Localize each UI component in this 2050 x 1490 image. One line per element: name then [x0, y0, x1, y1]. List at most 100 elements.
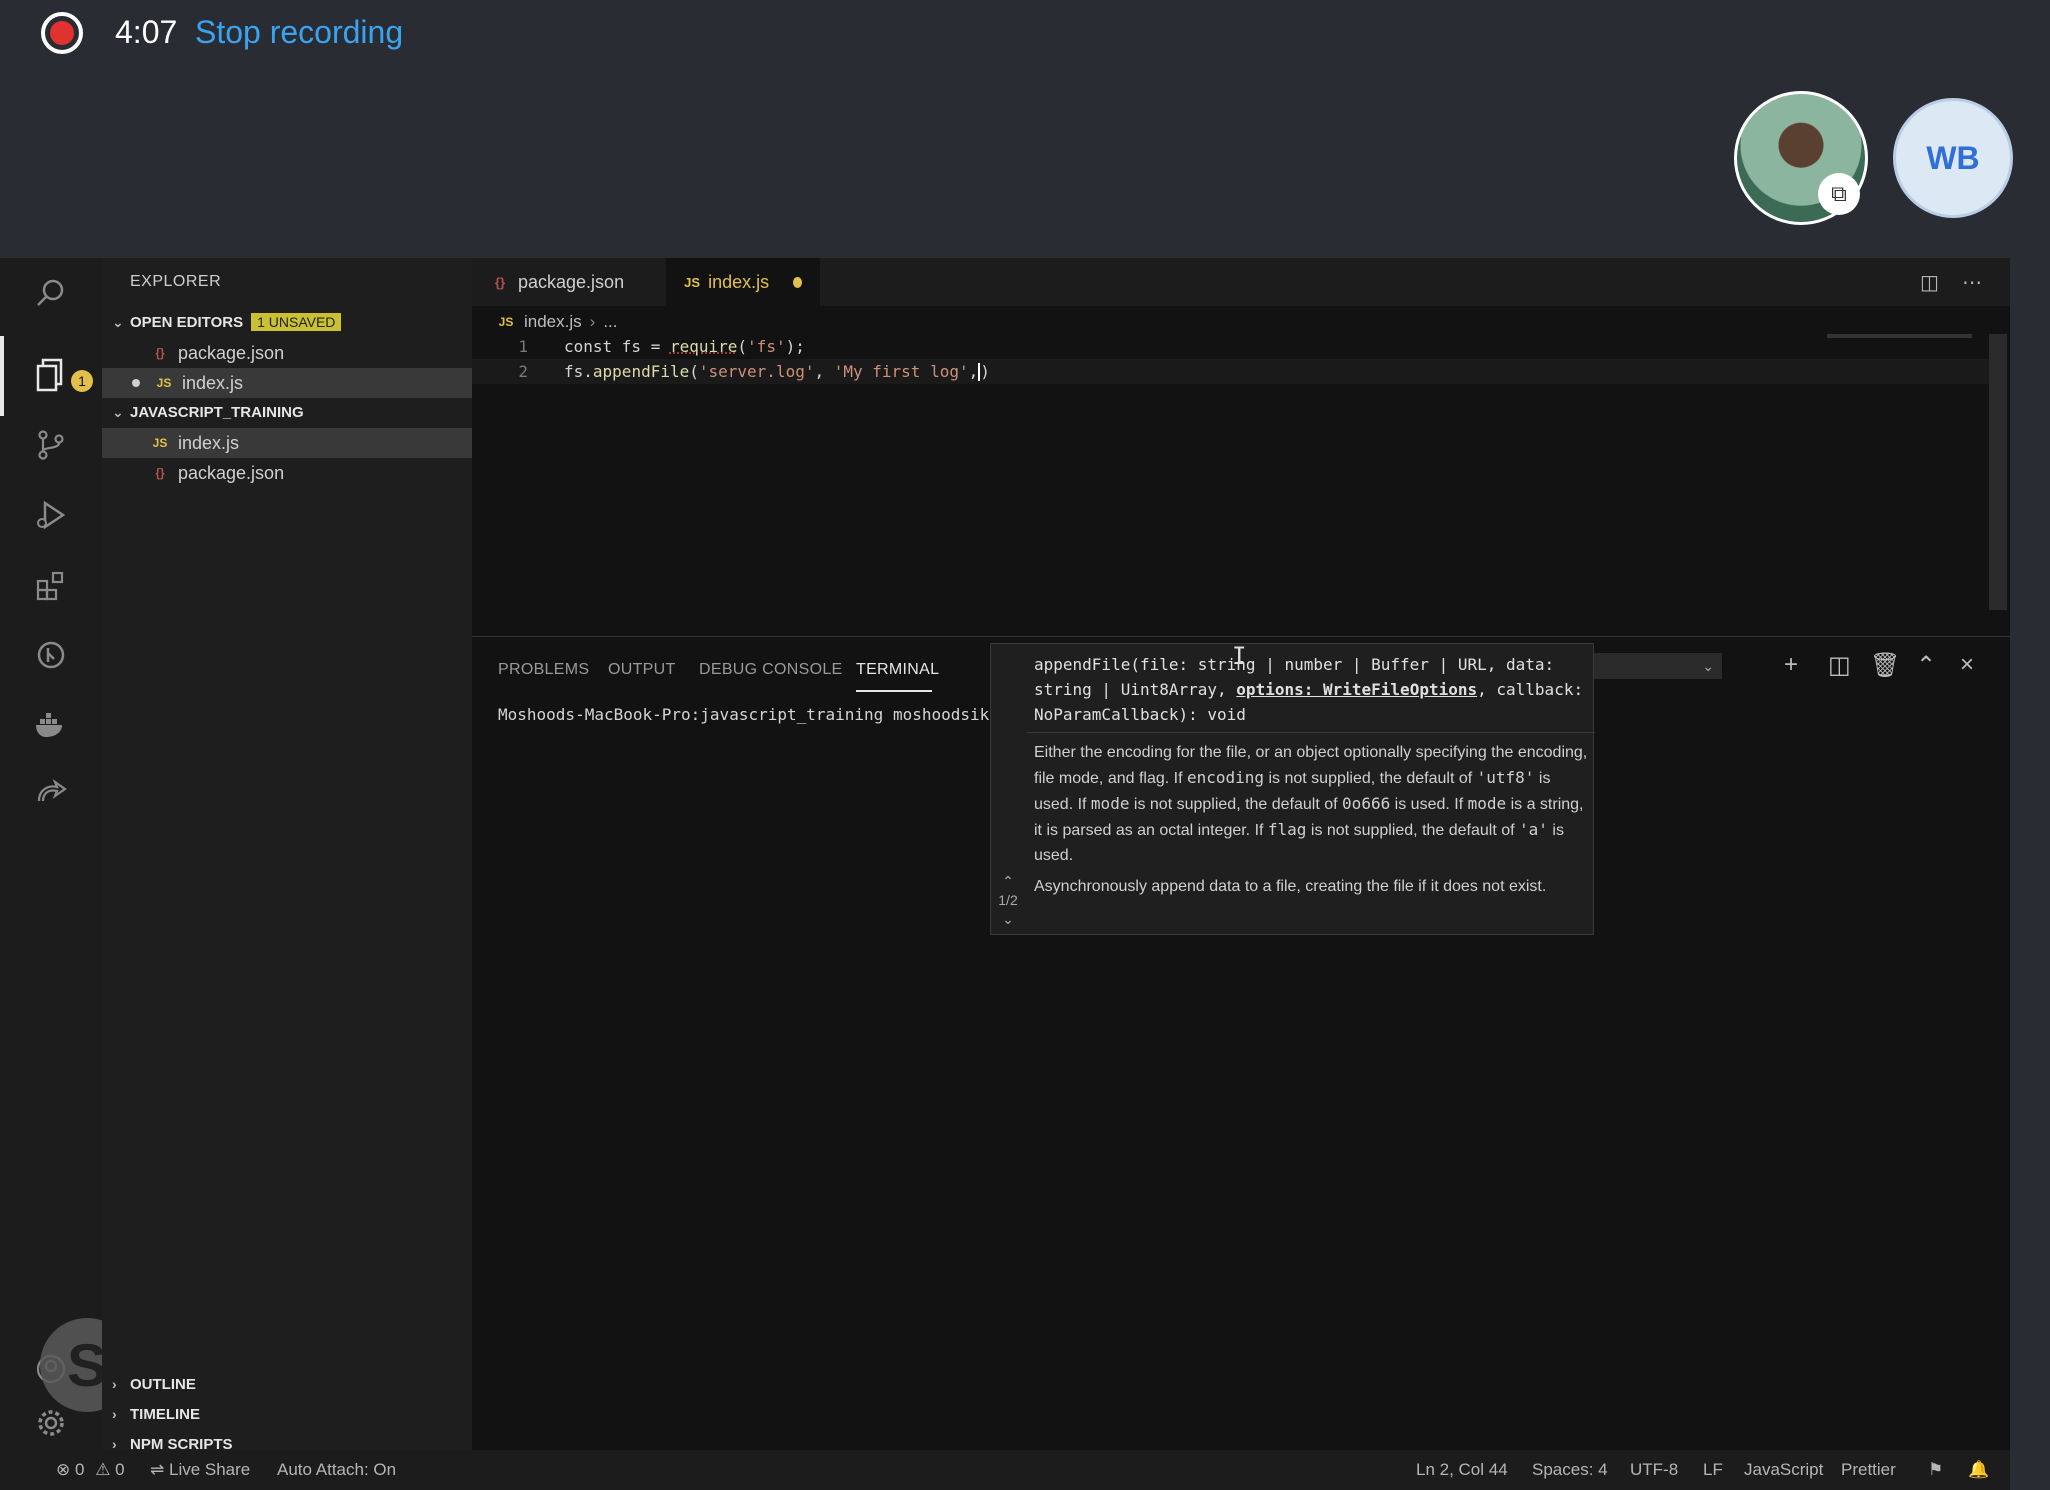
line-number: 1	[518, 337, 528, 356]
code-line: 2 fs.appendFile('server.log', 'My first …	[472, 359, 1992, 384]
js-file-icon: JS	[498, 315, 514, 329]
json-file-icon: {}	[155, 346, 165, 360]
chevron-right-icon: ›	[589, 312, 596, 331]
more-actions-icon[interactable]: ⋯	[1962, 270, 1982, 295]
workspace-folder-header[interactable]: ⌄ JAVASCRIPT_TRAINING	[112, 399, 472, 425]
tab-output[interactable]: OUTPUT	[608, 661, 676, 679]
function-summary: Asynchronously append data to a file, cr…	[1034, 878, 1547, 895]
js-file-icon: JS	[684, 274, 700, 290]
live-share-label: Live Share	[168, 1460, 251, 1479]
parameter-hint-popup: appendFile(file: string | number | Buffe…	[990, 643, 1595, 935]
chevron-down-icon: ⌄	[112, 313, 124, 330]
workspace-file-package-json[interactable]: {} package.json	[102, 458, 472, 488]
explorer-badge: 1	[71, 370, 93, 392]
maximize-panel-icon[interactable]: ⌃	[1916, 651, 1936, 680]
parameter-doc: Either the encoding for the file, or an …	[1034, 744, 1588, 864]
gitlens-icon[interactable]	[30, 634, 72, 676]
status-bar: ⊗ 0 ⚠ 0 ⇌ Live Share Auto Attach: On Ln …	[0, 1450, 2010, 1490]
terminal-prompt: Moshoods-MacBook-Pro:javascript_training…	[498, 705, 1028, 724]
prettier-status[interactable]: Prettier	[1841, 1460, 1896, 1480]
tab-terminal[interactable]: TERMINAL	[856, 661, 939, 679]
problems-indicator[interactable]: ⊗ 0 ⚠ 0	[56, 1460, 125, 1480]
error-icon: ⊗	[56, 1460, 71, 1479]
new-terminal-icon[interactable]: +	[1784, 651, 1798, 679]
explorer-icon[interactable]	[30, 354, 72, 396]
split-editor-icon[interactable]: ◫	[1920, 270, 1939, 295]
open-editor-package-json[interactable]: {} package.json	[102, 338, 472, 368]
timeline-section[interactable]: › TIMELINE	[112, 1401, 200, 1427]
code-text: const fs = require('fs');	[564, 337, 805, 356]
sidebar-title: EXPLORER	[130, 273, 222, 290]
active-tab-underline	[856, 690, 932, 692]
cursor-position[interactable]: Ln 2, Col 44	[1416, 1460, 1508, 1480]
recording-timer: 4:07	[115, 14, 178, 50]
chevron-down-icon[interactable]: ⌄	[991, 910, 1025, 929]
encoding-status[interactable]: UTF-8	[1630, 1460, 1678, 1480]
recording-indicator-icon	[41, 12, 83, 54]
language-mode[interactable]: JavaScript	[1744, 1460, 1823, 1480]
tab-problems[interactable]: PROBLEMS	[498, 661, 589, 679]
open-editors-header[interactable]: ⌄ OPEN EDITORS 1 UNSAVED	[112, 309, 472, 335]
stop-recording-button[interactable]: Stop recording	[195, 14, 403, 51]
auto-attach-status[interactable]: Auto Attach: On	[277, 1460, 396, 1480]
activity-bar: 1 S	[0, 258, 134, 1450]
unsaved-badge: 1 UNSAVED	[251, 313, 342, 331]
code-editor[interactable]: 1 const fs = require('fs'); 2 fs.appendF…	[472, 334, 1992, 384]
js-file-icon: JS	[156, 376, 172, 390]
live-share-status[interactable]: ⇌ Live Share	[150, 1460, 250, 1480]
js-file-icon: JS	[152, 436, 168, 450]
live-share-icon: ⇌	[150, 1460, 165, 1479]
section-label: OUTLINE	[130, 1375, 196, 1393]
close-panel-icon[interactable]: ×	[1960, 651, 1974, 679]
file-label: package.json	[178, 342, 285, 363]
editor-scrollbar[interactable]	[1989, 334, 2007, 610]
overload-count: 1/2	[998, 892, 1018, 908]
active-indicator	[0, 336, 4, 416]
tab-index-js[interactable]: JS index.js	[666, 258, 820, 306]
indentation-status[interactable]: Spaces: 4	[1532, 1460, 1608, 1480]
docker-icon[interactable]	[30, 704, 72, 746]
unsaved-dot-icon[interactable]	[793, 276, 802, 288]
recording-header: 4:07 Stop recording ⧉ WB	[0, 0, 2050, 258]
split-terminal-icon[interactable]: ◫	[1828, 651, 1851, 680]
settings-gear-icon[interactable]	[30, 1402, 72, 1444]
trash-icon[interactable]: 🗑	[1870, 651, 1900, 680]
tab-debug-console[interactable]: DEBUG CONSOLE	[699, 661, 843, 679]
open-editors-label: OPEN EDITORS	[130, 313, 244, 331]
avatar-initials[interactable]: WB	[1893, 98, 2013, 218]
search-icon[interactable]	[30, 272, 72, 314]
vscode-window: 1 S EXPLORER ⌄ OPEN EDITORS 1 UNSAVED {}…	[0, 258, 2010, 1490]
feedback-icon[interactable]: ⚑	[1928, 1460, 1943, 1480]
notifications-bell-icon[interactable]: 🔔	[1968, 1460, 1989, 1480]
tab-label: index.js	[708, 271, 770, 292]
chevron-up-icon[interactable]: ⌃	[991, 872, 1025, 891]
outline-section[interactable]: › OUTLINE	[112, 1371, 196, 1397]
divider	[1027, 732, 1595, 733]
terminal-output[interactable]: Moshoods-MacBook-Pro:javascript_training…	[498, 705, 1042, 725]
breadcrumb-more[interactable]: ...	[603, 312, 617, 332]
open-editor-index-js[interactable]: JS index.js	[102, 368, 472, 398]
chevron-down-icon: ⌄	[1702, 657, 1714, 674]
run-debug-icon[interactable]	[30, 494, 72, 536]
json-file-icon: {}	[155, 466, 165, 480]
terminal-select-dropdown[interactable]: ⌄	[1592, 653, 1722, 679]
workspace-file-index-js[interactable]: JS index.js	[102, 428, 472, 458]
warning-count: 0	[115, 1460, 125, 1479]
overload-navigator[interactable]: ⌃ 1/2 ⌄	[991, 872, 1025, 929]
line-number: 2	[518, 362, 528, 381]
popout-icon[interactable]: ⧉	[1818, 173, 1860, 215]
eol-status[interactable]: LF	[1703, 1460, 1723, 1480]
file-label: package.json	[178, 462, 285, 483]
explorer-sidebar: EXPLORER ⌄ OPEN EDITORS 1 UNSAVED {} pac…	[102, 258, 472, 1450]
file-label: index.js	[178, 432, 240, 453]
error-count: 0	[74, 1460, 85, 1479]
source-control-icon[interactable]	[30, 424, 72, 466]
section-label: TIMELINE	[130, 1405, 200, 1423]
chevron-down-icon: ⌄	[112, 403, 124, 420]
workspace-label: JAVASCRIPT_TRAINING	[130, 403, 304, 421]
tab-package-json[interactable]: {} package.json	[472, 258, 666, 306]
breadcrumb-file[interactable]: index.js	[524, 312, 582, 332]
live-share-icon[interactable]	[30, 774, 72, 816]
extensions-icon[interactable]	[30, 564, 72, 606]
minimap[interactable]	[1827, 334, 1972, 338]
